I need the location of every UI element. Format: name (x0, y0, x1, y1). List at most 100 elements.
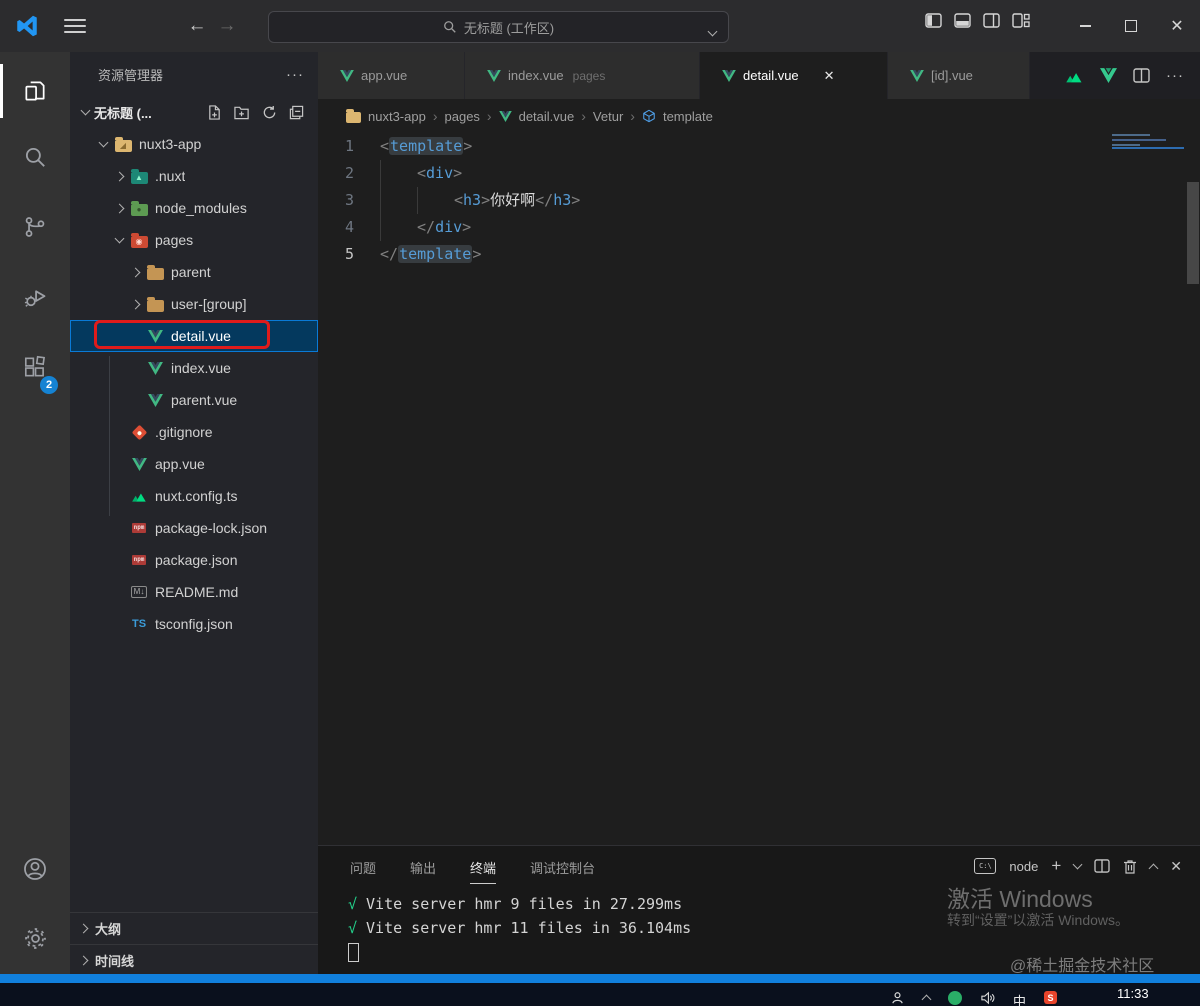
more-actions-icon[interactable]: ··· (1166, 67, 1184, 84)
code-line: 2 <div> (318, 160, 1200, 187)
code-line: 3 <h3>你好啊</h3> (318, 187, 1200, 214)
activity-run-debug[interactable] (0, 266, 70, 328)
tree-item-parent-vue[interactable]: parent.vue (70, 384, 318, 416)
wechat-icon[interactable] (948, 991, 962, 1005)
minimap-highlight (1112, 147, 1184, 149)
chevron-down-icon (110, 233, 128, 244)
tree-item-readme[interactable]: M↓ README.md (70, 576, 318, 608)
split-editor-icon[interactable] (1133, 68, 1150, 83)
activity-search[interactable] (0, 126, 70, 188)
file-tree: 无标题 (... ◢ nuxt3-app ▲ .nuxt ● node_modu… (70, 96, 318, 640)
volar-icon[interactable] (1100, 68, 1117, 83)
editor-scrollbar[interactable] (1186, 130, 1200, 766)
run-debug-icon (24, 289, 45, 307)
collapse-all-icon[interactable] (289, 105, 304, 120)
timeline-section[interactable]: 时间线 (70, 944, 318, 976)
new-folder-icon[interactable] (234, 105, 250, 120)
account-icon (24, 858, 46, 880)
tree-item-index-vue[interactable]: index.vue (70, 352, 318, 384)
npm-icon: npm (131, 555, 147, 565)
activity-explorer[interactable] (0, 60, 70, 122)
breadcrumb-file[interactable]: detail.vue (519, 109, 575, 124)
gear-icon (24, 927, 46, 949)
refresh-icon[interactable] (262, 105, 277, 120)
folder-open-icon: ◢ (112, 136, 134, 152)
panel-tab-problems[interactable]: 问题 (350, 858, 376, 884)
customize-layout-icon[interactable] (1012, 13, 1030, 28)
breadcrumb-template[interactable]: template (663, 109, 713, 124)
tray-app-icon[interactable]: S (1044, 991, 1058, 1004)
tray-chevron-icon[interactable] (921, 994, 932, 1005)
taskbar-clock[interactable]: 11:33 (1117, 986, 1149, 1001)
folder-icon (144, 296, 166, 312)
vscode-window: ← → 无标题 (工作区) ✕ 2 资源管理器 ··· 无标题 (... ◢ n… (0, 0, 1200, 1006)
chevron-down-icon[interactable] (707, 23, 718, 38)
panel-tab-debug-console[interactable]: 调试控制台 (530, 858, 595, 884)
tree-item-gitignore[interactable]: .gitignore (70, 416, 318, 448)
tree-item-parent[interactable]: parent (70, 256, 318, 288)
vue-icon (487, 69, 501, 82)
terminal-profile-label: node (1009, 858, 1039, 874)
people-icon[interactable] (890, 991, 905, 1006)
windows-taskbar: 中 S 11:33 (0, 983, 1200, 1006)
breadcrumb-project[interactable]: nuxt3-app (368, 109, 426, 124)
tree-item-workspace[interactable]: 无标题 (... (70, 96, 318, 128)
close-panel-icon[interactable]: ✕ (1170, 858, 1182, 875)
tab-detail-vue[interactable]: detail.vue ✕ (700, 52, 888, 99)
maximize-panel-icon[interactable] (1148, 863, 1159, 873)
vue-icon (144, 392, 166, 408)
tree-item-app-vue[interactable]: app.vue (70, 448, 318, 480)
activity-extensions[interactable]: 2 (0, 336, 70, 398)
chevron-right-icon (126, 267, 144, 277)
activate-windows-watermark: 激活 Windows (947, 886, 1093, 912)
kill-terminal-icon[interactable] (1123, 859, 1137, 874)
tab-id-vue[interactable]: [id].vue (888, 52, 1030, 99)
markdown-icon: M↓ (128, 584, 150, 600)
tree-item-nuxt-config[interactable]: nuxt.config.ts (70, 480, 318, 512)
new-terminal-icon[interactable]: + (1051, 856, 1061, 876)
code-editor[interactable]: 1 <template> 2 <div> 3 <h3>你好啊</h3> 4 </… (318, 133, 1200, 766)
chevron-right-icon (78, 923, 89, 934)
speaker-icon[interactable] (980, 991, 995, 1005)
panel-tab-output[interactable]: 输出 (410, 858, 436, 884)
panel-tab-terminal[interactable]: 终端 (470, 858, 497, 884)
toggle-sidebar-icon[interactable] (925, 13, 942, 28)
toggle-secondary-sidebar-icon[interactable] (983, 13, 1000, 28)
files-icon (25, 81, 45, 101)
back-arrow-icon[interactable]: ← (182, 15, 212, 37)
tab-index-vue[interactable]: index.vue pages (465, 52, 700, 99)
toggle-panel-icon[interactable] (954, 13, 971, 28)
sidebar-more-actions[interactable]: ··· (286, 66, 304, 83)
source-control-icon (25, 217, 45, 237)
activity-source-control[interactable] (0, 196, 70, 258)
maximize-button[interactable] (1108, 0, 1154, 52)
nuxt-devtools-icon[interactable] (1065, 69, 1084, 83)
ime-indicator[interactable]: 中 (1013, 991, 1026, 1006)
split-terminal-icon[interactable] (1094, 859, 1110, 873)
tree-item-user-group[interactable]: user-[group] (70, 288, 318, 320)
breadcrumb-vetur[interactable]: Vetur (593, 109, 623, 124)
command-center[interactable]: 无标题 (工作区) (268, 11, 729, 43)
outline-section[interactable]: 大纲 (70, 912, 318, 944)
code-line: 4 </div> (318, 214, 1200, 241)
tree-item-nuxt3-app[interactable]: ◢ nuxt3-app (70, 128, 318, 160)
tree-item-package-json[interactable]: npm package.json (70, 544, 318, 576)
new-file-icon[interactable] (207, 104, 222, 120)
tree-item-node-modules[interactable]: ● node_modules (70, 192, 318, 224)
breadcrumb-pages[interactable]: pages (445, 109, 480, 124)
tree-item-pages[interactable]: ◉ pages (70, 224, 318, 256)
status-bar (0, 974, 1200, 983)
activate-windows-subtext: 转到“设置”以激活 Windows。 (947, 912, 1130, 928)
menu-icon[interactable] (64, 19, 86, 33)
close-window-button[interactable]: ✕ (1154, 0, 1200, 52)
close-tab-icon[interactable]: ✕ (824, 68, 835, 84)
tab-app-vue[interactable]: app.vue (318, 52, 465, 99)
minimize-button[interactable] (1062, 0, 1108, 52)
terminal-dropdown-icon[interactable] (1072, 859, 1083, 870)
tree-item-tsconfig[interactable]: TS tsconfig.json (70, 608, 318, 640)
activity-settings[interactable] (0, 907, 70, 969)
activity-account[interactable] (0, 838, 70, 900)
tree-item-package-lock[interactable]: npm package-lock.json (70, 512, 318, 544)
tree-item-detail-vue[interactable]: detail.vue (70, 320, 318, 352)
tree-item-dot-nuxt[interactable]: ▲ .nuxt (70, 160, 318, 192)
